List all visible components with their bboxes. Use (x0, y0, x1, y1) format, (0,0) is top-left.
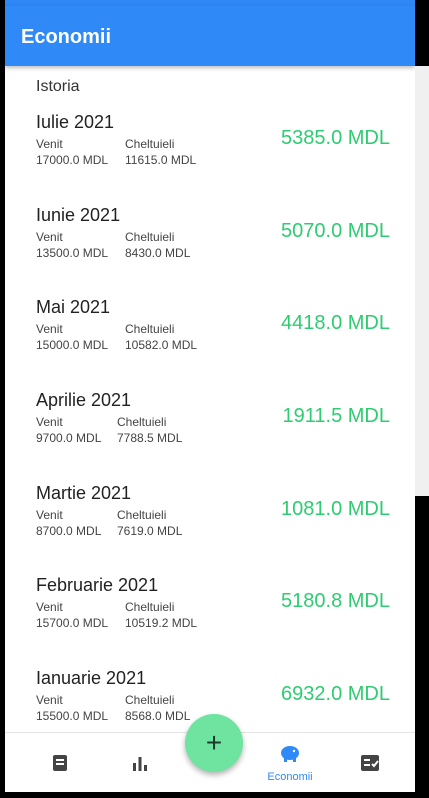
expenses-label: Cheltuieli (117, 415, 167, 429)
history-heading: Istoria (36, 78, 80, 95)
month-name: Mai 2021 (36, 297, 111, 317)
side-panel-edge (415, 66, 429, 496)
bar-chart-icon (133, 757, 147, 771)
month-card[interactable]: Iulie 2021 Venit Cheltuieli 17000.0 MDL … (5, 112, 415, 202)
income-label: Venit (36, 600, 63, 614)
income-label: Venit (36, 508, 63, 522)
income-value: 13500.0 MDL (36, 246, 109, 260)
add-button[interactable]: + (185, 714, 243, 772)
income-label: Venit (36, 137, 63, 151)
savings-value: 1081.0 MDL (281, 498, 390, 520)
month-card[interactable]: Februarie 2021 Venit Cheltuieli 15700.0 … (5, 575, 415, 665)
expenses-value: 10582.0 MDL (125, 338, 198, 352)
month-name: Iulie 2021 (36, 112, 115, 132)
month-card[interactable]: Martie 2021 Venit Cheltuieli 8700.0 MDL … (5, 483, 415, 573)
month-card[interactable]: Aprilie 2021 Venit Cheltuieli 9700.0 MDL… (5, 390, 415, 480)
month-card[interactable]: Iunie 2021 Venit Cheltuieli 13500.0 MDL … (5, 205, 415, 295)
income-label: Venit (36, 322, 63, 336)
app-screen: Economii Istoria Iulie 2021 Venit Cheltu… (5, 0, 415, 792)
savings-value: 5385.0 MDL (281, 127, 390, 149)
income-label: Venit (36, 693, 63, 707)
receipt-icon (53, 755, 67, 771)
income-label: Venit (36, 230, 63, 244)
expenses-label: Cheltuieli (117, 508, 167, 522)
nav-item-statistics[interactable] (105, 733, 175, 792)
expenses-value: 11615.0 MDL (125, 153, 197, 167)
expenses-label: Cheltuieli (125, 230, 175, 244)
savings-value: 4418.0 MDL (281, 312, 390, 334)
month-name: Martie 2021 (36, 483, 132, 503)
month-name: Aprilie 2021 (36, 390, 132, 410)
piggy-bank-icon (281, 746, 299, 762)
month-card[interactable]: Mai 2021 Venit Cheltuieli 15000.0 MDL 10… (5, 297, 415, 387)
expenses-label: Cheltuieli (125, 322, 175, 336)
month-name: Iunie 2021 (36, 205, 121, 225)
expenses-label: Cheltuieli (125, 600, 175, 614)
nav-item-tasks[interactable] (335, 733, 405, 792)
expenses-value: 7788.5 MDL (117, 431, 183, 445)
expenses-value: 7619.0 MDL (117, 524, 183, 538)
nav-label-savings: Economii (267, 771, 313, 783)
savings-value: 6932.0 MDL (281, 683, 390, 705)
app-bar: Economii (5, 6, 415, 66)
income-value: 17000.0 MDL (36, 153, 109, 167)
system-nav-bar (0, 792, 429, 798)
savings-value: 1911.5 MDL (282, 405, 390, 427)
income-value: 15500.0 MDL (36, 709, 109, 723)
income-value: 9700.0 MDL (36, 431, 102, 445)
expenses-label: Cheltuieli (125, 693, 175, 707)
nav-item-transactions[interactable] (25, 733, 95, 792)
income-value: 8700.0 MDL (36, 524, 102, 538)
income-label: Venit (36, 415, 63, 429)
page-title: Economii (21, 26, 112, 48)
income-value: 15000.0 MDL (36, 338, 109, 352)
savings-history-list[interactable]: Istoria Iulie 2021 Venit Cheltuieli 1700… (5, 66, 415, 732)
month-name: Ianuarie 2021 (36, 668, 147, 688)
month-name: Februarie 2021 (36, 575, 159, 595)
plus-icon: + (205, 727, 223, 758)
expenses-value: 8430.0 MDL (125, 246, 191, 260)
income-value: 15700.0 MDL (36, 616, 109, 630)
checklist-icon (361, 755, 379, 771)
savings-value: 5070.0 MDL (281, 220, 390, 242)
expenses-value: 10519.2 MDL (125, 616, 198, 630)
expenses-label: Cheltuieli (125, 137, 175, 151)
expenses-value: 8568.0 MDL (125, 709, 191, 723)
nav-item-savings[interactable]: Economii (255, 733, 325, 792)
savings-value: 5180.8 MDL (281, 590, 390, 612)
